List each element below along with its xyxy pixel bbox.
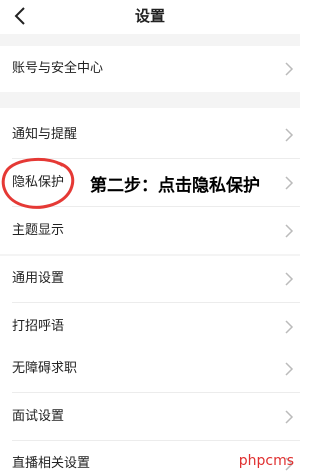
- watermark: phpcms: [238, 453, 294, 469]
- settings-item-notifications[interactable]: 通知与提醒: [0, 112, 300, 158]
- top-nav-bar: 设置: [0, 0, 300, 34]
- chevron-right-icon: [284, 175, 294, 191]
- settings-item-greeting[interactable]: 打招呼语: [0, 304, 300, 350]
- settings-item-label: 主题显示: [12, 223, 65, 238]
- settings-item-label: 通用设置: [12, 271, 65, 286]
- chevron-right-icon: [284, 319, 294, 335]
- chevron-right-icon: [284, 127, 294, 143]
- page-title: 设置: [134, 7, 165, 25]
- divider: [12, 302, 300, 303]
- settings-item-label: 面试设置: [12, 409, 65, 424]
- chevron-right-icon: [284, 409, 294, 425]
- section-gap: [0, 34, 300, 46]
- settings-item-accessibility[interactable]: 无障碍求职: [0, 346, 300, 392]
- annotation-circle: [1, 158, 75, 209]
- settings-item-label: 通知与提醒: [12, 127, 78, 142]
- chevron-right-icon: [284, 271, 294, 287]
- settings-item-label: 无障碍求职: [12, 361, 78, 376]
- settings-item-label: 打招呼语: [12, 319, 65, 334]
- settings-item-account-security[interactable]: 账号与安全中心: [0, 46, 300, 92]
- settings-item-label: 账号与安全中心: [12, 61, 104, 76]
- section-gap: [0, 92, 300, 108]
- divider: [12, 392, 300, 393]
- annotation-text: 第二步：点击隐私保护: [90, 176, 260, 196]
- settings-item-label: 直播相关设置: [12, 456, 91, 471]
- settings-item-general[interactable]: 通用设置: [0, 256, 300, 302]
- settings-item-theme[interactable]: 主题显示: [0, 208, 300, 254]
- chevron-right-icon: [284, 223, 294, 239]
- chevron-right-icon: [284, 61, 294, 77]
- chevron-right-icon: [284, 361, 294, 377]
- settings-item-interview[interactable]: 面试设置: [0, 394, 300, 440]
